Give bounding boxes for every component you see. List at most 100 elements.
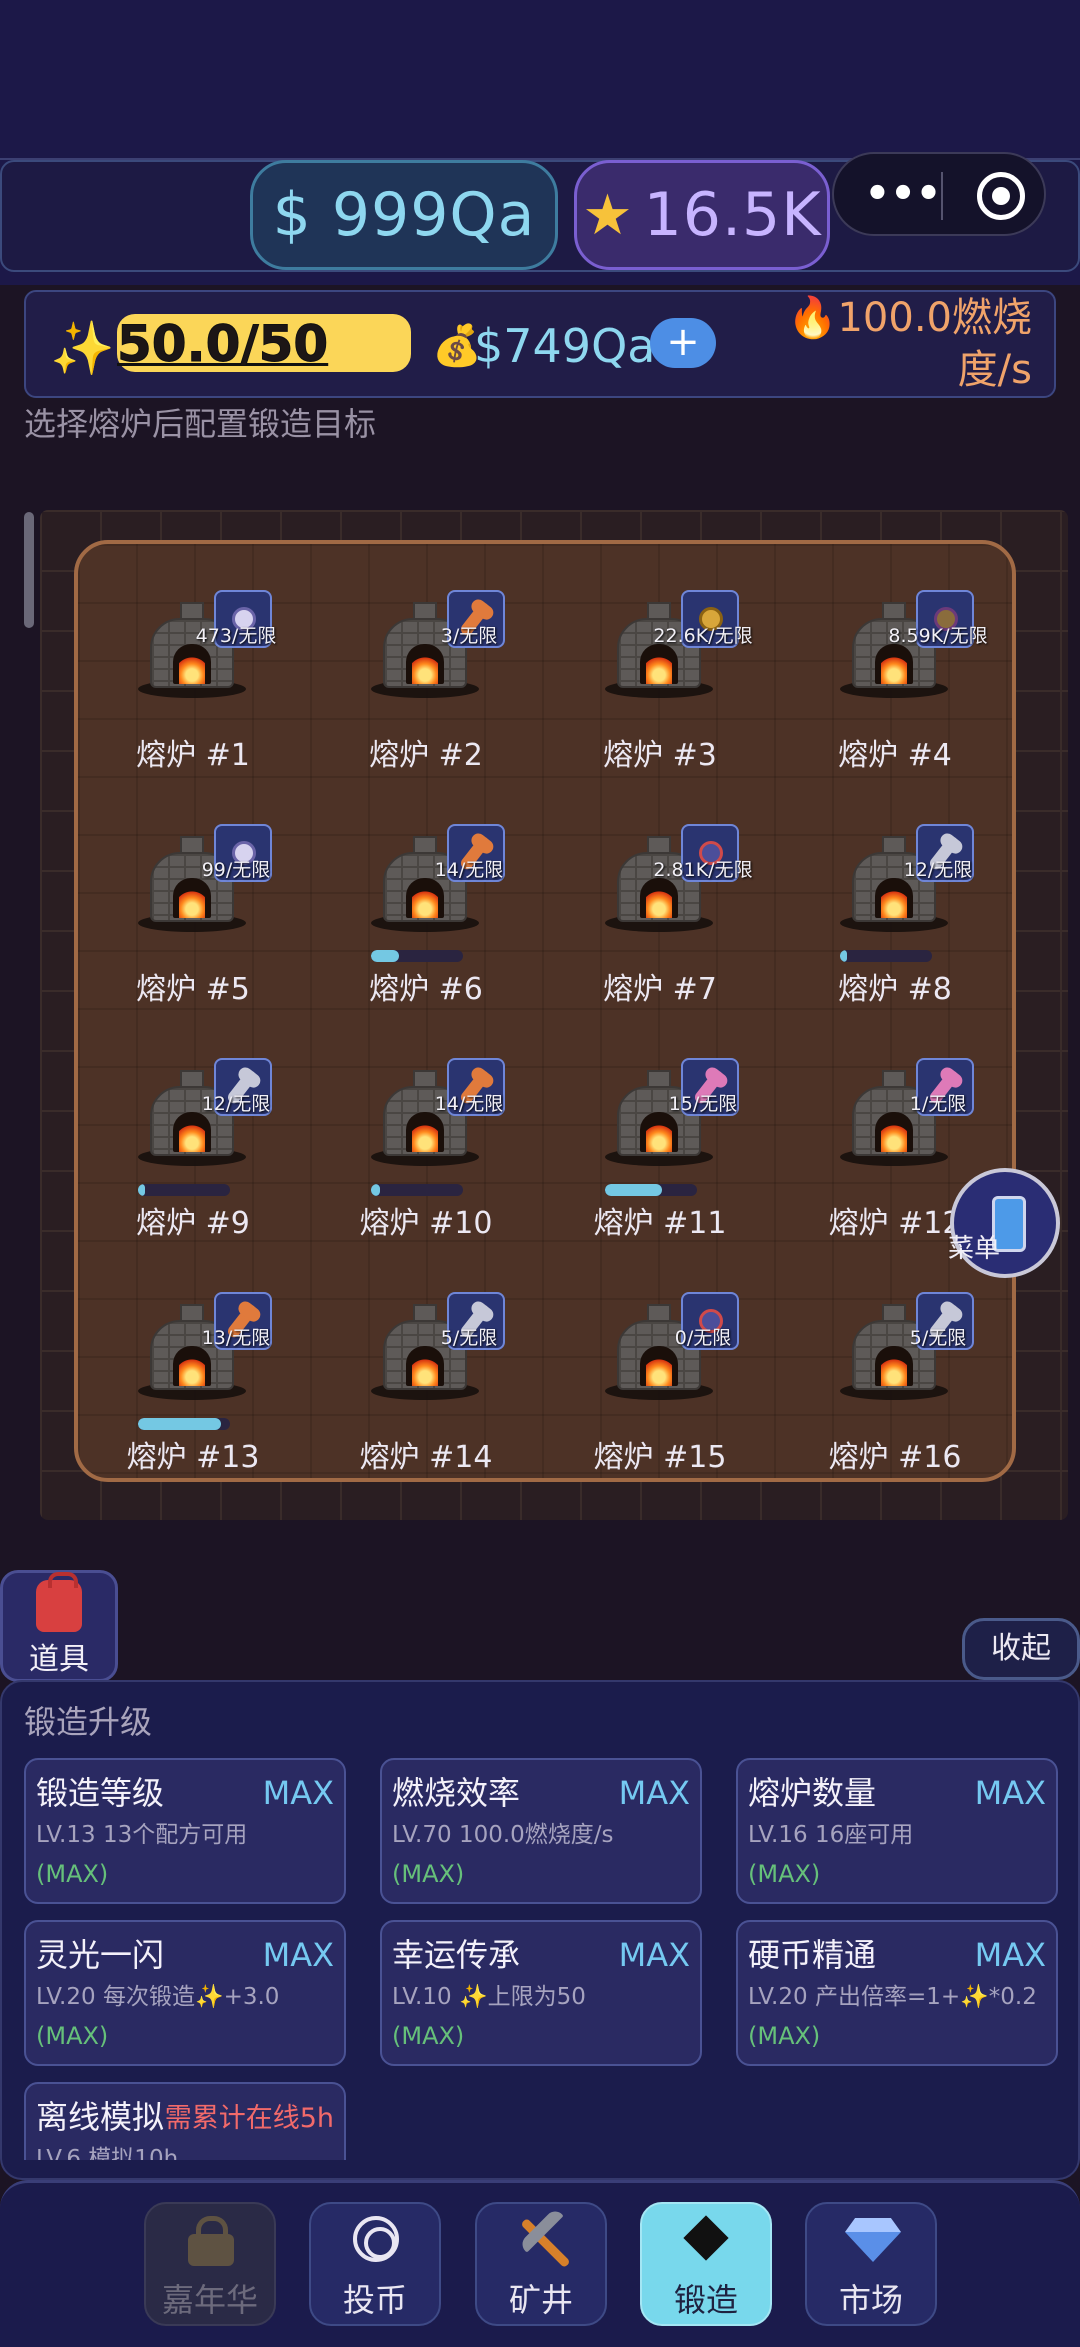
furnace-1[interactable]: 473/无限熔炉 #1	[76, 590, 310, 824]
upgrade-requirement: 需累计在线5h	[164, 2103, 334, 2134]
furnace-3[interactable]: 22.6K/无限 熔炉 #3	[543, 590, 777, 824]
furnace-mouth	[406, 1112, 444, 1152]
add-money-button[interactable]: +	[650, 318, 716, 368]
furnace-name: 熔炉 #1	[136, 738, 250, 773]
upgrade-state: (MAX)	[392, 1860, 465, 1888]
upgrade-list: 锻造等级 MAX LV.13 13个配方可用 (MAX) 燃烧效率 MAX LV…	[0, 1680, 1080, 2160]
upgrade-card-forge-level[interactable]: 锻造等级 MAX LV.13 13个配方可用 (MAX)	[24, 1758, 346, 1904]
upgrade-card-inspiration[interactable]: 灵光一闪 MAX LV.20 每次锻造✨+3.0 (MAX)	[24, 1920, 346, 2066]
furnace-6[interactable]: 14/无限 熔炉 #6	[309, 824, 543, 1058]
nav-label: 投币	[342, 2281, 407, 2319]
gem-icon	[845, 2218, 901, 2262]
furnace-count: 5/无限	[909, 1327, 967, 1349]
mini-program-capsule: •••	[832, 152, 1046, 236]
nav-label: 矿井	[508, 2281, 573, 2319]
money-value: $749Qa	[474, 319, 656, 373]
furnace-mouth	[875, 644, 913, 684]
furnace-2[interactable]: 3/无限 熔炉 #2	[309, 590, 543, 824]
furnace-name: 熔炉 #10	[359, 1206, 493, 1241]
furnace-count: 1/无限	[909, 1093, 967, 1115]
furnace-13[interactable]: 13/无限 熔炉 #13	[76, 1292, 310, 1526]
furnace-count: 473/无限	[195, 625, 277, 647]
furnace-mouth	[406, 644, 444, 684]
furnace-mouth	[406, 1346, 444, 1386]
upgrade-desc: LV.13 13个配方可用	[36, 1822, 248, 1848]
star-balance[interactable]: ★ 16.5K	[574, 160, 830, 270]
furnace-count: 12/无限	[903, 859, 973, 881]
upgrade-desc: LV.20 产出倍率=1+✨*0.2	[748, 1984, 1037, 2010]
furnace-mouth	[875, 878, 913, 918]
furnace-mouth	[406, 878, 444, 918]
backpack-icon	[36, 1572, 82, 1632]
sparkle-icon: ✨	[50, 319, 115, 379]
furnace-name: 熔炉 #5	[136, 972, 250, 1007]
fire-icon	[881, 1356, 907, 1386]
more-button[interactable]: •••	[858, 170, 948, 218]
furnace-15[interactable]: 0/无限 熔炉 #15	[543, 1292, 777, 1526]
coin-balance[interactable]: $ 999Qa	[250, 160, 558, 270]
nav-market[interactable]: 市场	[805, 2202, 937, 2326]
furnace-name: 熔炉 #16	[828, 1440, 962, 1475]
forge-progress	[371, 1184, 463, 1196]
fire-icon	[412, 654, 438, 684]
props-label: 道具	[29, 1642, 89, 1677]
scrollbar[interactable]	[24, 512, 34, 628]
upgrade-desc: LV.10 ✨上限为50	[392, 1984, 586, 2010]
close-target-icon[interactable]	[977, 172, 1025, 220]
furnace-11[interactable]: 15/无限熔炉 #11	[543, 1058, 777, 1292]
furnace-mouth	[173, 1346, 211, 1386]
furnace-name: 熔炉 #9	[136, 1206, 250, 1241]
furnace-8[interactable]: 12/无限 熔炉 #8	[778, 824, 1012, 1058]
upgrade-card-furnace-count[interactable]: 熔炉数量 MAX LV.16 16座可用 (MAX)	[736, 1758, 1058, 1904]
upgrade-card-burn-efficiency[interactable]: 燃烧效率 MAX LV.70 100.0燃烧度/s (MAX)	[380, 1758, 702, 1904]
furnace-name: 熔炉 #2	[369, 738, 483, 773]
furnace-name: 熔炉 #11	[593, 1206, 727, 1241]
max-badge: MAX	[974, 1774, 1046, 1812]
furnace-mouth	[875, 1112, 913, 1152]
furnace-5[interactable]: 99/无限 熔炉 #5	[76, 824, 310, 1058]
fire-icon	[412, 888, 438, 918]
forge-progress-fill	[840, 950, 848, 962]
coin-icon	[353, 2216, 399, 2262]
nav-carnival[interactable]: 嘉年华	[144, 2202, 276, 2326]
furnace-name: 熔炉 #7	[603, 972, 717, 1007]
furnace-count: 12/无限	[201, 1093, 271, 1115]
fire-icon	[646, 888, 672, 918]
fire-icon	[646, 654, 672, 684]
furnace-name: 熔炉 #3	[603, 738, 717, 773]
furnace-14[interactable]: 5/无限 熔炉 #14	[309, 1292, 543, 1526]
furnace-mouth	[640, 1112, 678, 1152]
upgrade-desc: LV.6 模拟10h	[36, 2146, 179, 2160]
furnace-16[interactable]: 5/无限熔炉 #16	[778, 1292, 1012, 1526]
fire-icon	[881, 654, 907, 684]
nav-label: 嘉年华	[161, 2281, 258, 2319]
furnace-9[interactable]: 12/无限熔炉 #9	[76, 1058, 310, 1292]
furnace-mouth	[640, 878, 678, 918]
max-badge: MAX	[262, 1936, 334, 1974]
furnace-mouth	[173, 644, 211, 684]
upgrade-desc: LV.70 100.0燃烧度/s	[392, 1822, 614, 1848]
furnace-count: 15/无限	[668, 1093, 738, 1115]
furnace-count: 13/无限	[201, 1327, 271, 1349]
nav-coin[interactable]: 投币	[309, 2202, 441, 2326]
forge-progress-fill	[371, 1184, 381, 1196]
forge-progress	[371, 950, 463, 962]
forge-progress	[605, 1184, 697, 1196]
upgrade-state: (MAX)	[392, 2022, 465, 2050]
fire-icon	[412, 1356, 438, 1386]
star-balance-value: 16.5K	[643, 180, 822, 250]
furnace-10[interactable]: 14/无限 熔炉 #10	[309, 1058, 543, 1292]
upgrade-card-luck-inherit[interactable]: 幸运传承 MAX LV.10 ✨上限为50 (MAX)	[380, 1920, 702, 2066]
burn-rate: 🔥100.0燃烧度/s	[787, 295, 1032, 393]
upgrade-card-offline-sim[interactable]: 离线模拟 需累计在线5h LV.6 模拟10h	[24, 2082, 346, 2160]
star-icon: ★	[582, 182, 634, 248]
furnace-4[interactable]: 8.59K/无限 熔炉 #4	[778, 590, 1012, 824]
furnace-7[interactable]: 2.81K/无限 熔炉 #7	[543, 824, 777, 1058]
upgrade-desc: LV.20 每次锻造✨+3.0	[36, 1984, 280, 2010]
menu-label: 菜单	[948, 1234, 1001, 1264]
collapse-button[interactable]: 收起	[962, 1618, 1080, 1680]
upgrade-card-coin-mastery[interactable]: 硬币精通 MAX LV.20 产出倍率=1+✨*0.2 (MAX)	[736, 1920, 1058, 2066]
nav-forge[interactable]: 锻造	[640, 2202, 772, 2326]
upgrade-title: 熔炉数量	[748, 1774, 877, 1812]
nav-mine[interactable]: 矿井	[475, 2202, 607, 2326]
